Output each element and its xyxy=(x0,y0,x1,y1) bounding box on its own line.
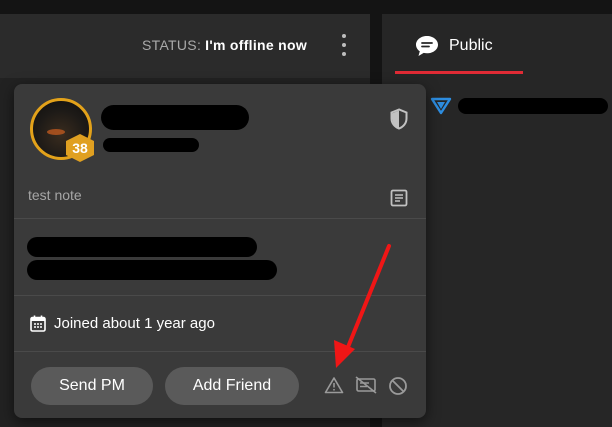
tab-label: Public xyxy=(449,37,493,54)
joined-info: Joined about 1 year ago xyxy=(30,315,215,332)
redacted-username xyxy=(101,105,249,130)
status-label: STATUS: xyxy=(142,37,202,53)
send-pm-button[interactable]: Send PM xyxy=(31,367,153,405)
redacted-bio-line xyxy=(27,260,277,280)
divider xyxy=(14,218,426,219)
status-indicator[interactable]: STATUS: I'm offline now xyxy=(142,37,307,53)
kebab-menu-icon[interactable] xyxy=(338,34,350,56)
tab-public[interactable]: Public xyxy=(415,34,493,58)
chat-message-row xyxy=(430,97,608,115)
redacted-username xyxy=(458,98,608,114)
mute-chat-icon[interactable] xyxy=(355,376,377,394)
chat-bubble-icon xyxy=(416,36,438,56)
avatar-image xyxy=(47,129,65,135)
top-strip xyxy=(0,0,612,14)
block-icon[interactable] xyxy=(388,376,408,396)
calendar-icon xyxy=(30,315,46,332)
joined-text: Joined about 1 year ago xyxy=(54,315,215,332)
add-friend-button[interactable]: Add Friend xyxy=(165,367,299,405)
triangle-icon xyxy=(430,97,452,115)
status-value: I'm offline now xyxy=(205,37,308,53)
profile-popup: 38 test note Joined about 1 year ago Sen… xyxy=(14,84,426,418)
active-tab-indicator xyxy=(395,71,523,74)
redacted-bio-line xyxy=(27,237,257,257)
divider xyxy=(14,295,426,296)
report-icon[interactable] xyxy=(324,376,344,394)
profile-note[interactable]: test note xyxy=(28,187,82,203)
shield-icon[interactable] xyxy=(389,108,409,130)
note-icon[interactable] xyxy=(390,189,408,207)
divider xyxy=(14,351,426,352)
redacted-subtitle xyxy=(103,138,199,152)
